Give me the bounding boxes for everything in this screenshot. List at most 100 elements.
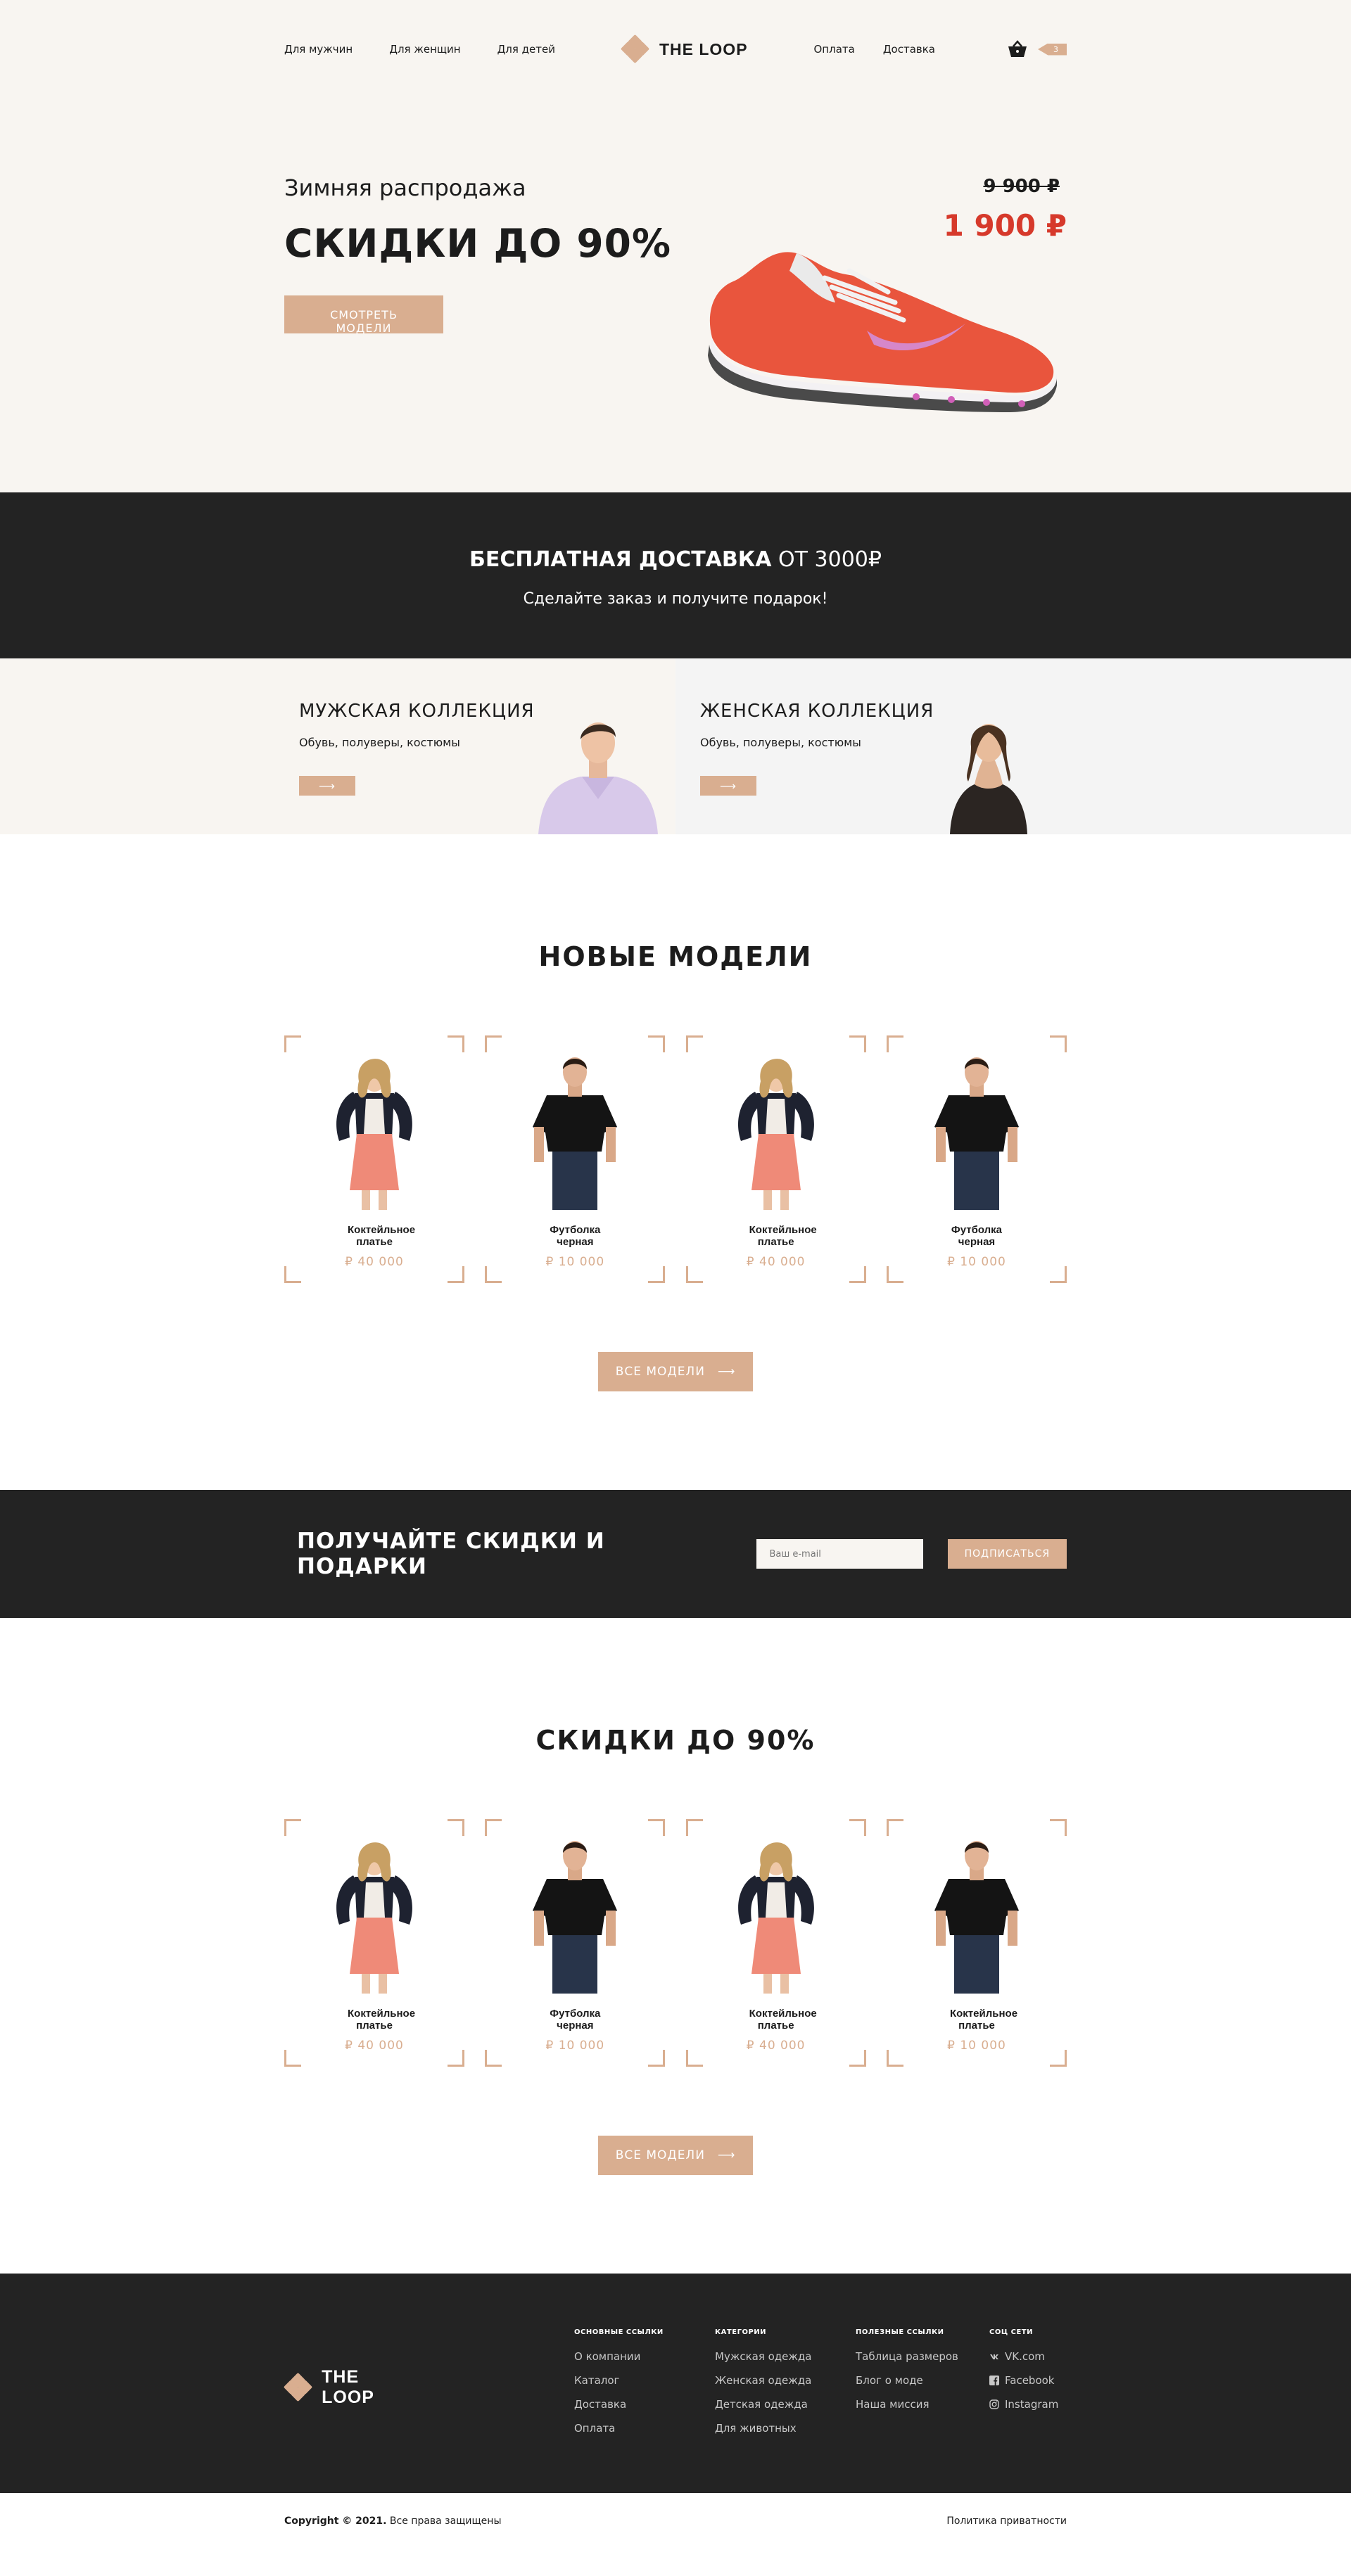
- product-price: ₽ 40 000: [345, 1255, 404, 1269]
- footer-link-payment[interactable]: Оплата: [574, 2422, 715, 2435]
- footer-link-about[interactable]: О компании: [574, 2350, 715, 2363]
- product-price: ₽ 40 000: [746, 2039, 806, 2053]
- all-sale-models-button[interactable]: ВСЕ МОДЕЛИ ⟶: [598, 2136, 753, 2175]
- women-collection-title: ЖЕНСКАЯ КОЛЛЕКЦИЯ: [700, 701, 934, 722]
- footer-col-title: ОСНОВНЫЕ ССЫЛКИ: [574, 2328, 664, 2336]
- arrow-right-icon: ⟶: [717, 2148, 736, 2162]
- vk-icon: [990, 2354, 998, 2359]
- woman-photo: [950, 724, 1027, 834]
- nav-women-link[interactable]: Для женщин: [389, 43, 460, 56]
- bottom-bar: Copyright © 2021. Все права защищены Пол…: [0, 2493, 1351, 2549]
- women-collection[interactable]: ЖЕНСКАЯ КОЛЛЕКЦИЯ Обувь, полуверы, костю…: [676, 658, 1351, 834]
- footer-main-links: ОСНОВНЫЕ ССЫЛКИ О компании Каталог Доста…: [574, 2328, 715, 2446]
- delivery-subtitle: Сделайте заказ и получите подарок!: [523, 590, 828, 608]
- new-models-grid: Коктейльное платье ₽ 40 000 Футболка чер…: [284, 1035, 1067, 1283]
- product-price: ₽ 40 000: [746, 1255, 806, 1269]
- dress-model-image: [737, 1842, 814, 1994]
- tshirt-model-image: [533, 1057, 618, 1210]
- footer-link-kids[interactable]: Детская одежда: [715, 2398, 856, 2411]
- footer-link-blog[interactable]: Блог о моде: [856, 2374, 989, 2387]
- new-models-title: НОВЫЕ МОДЕЛИ: [538, 941, 813, 972]
- nav-men-link[interactable]: Для мужчин: [284, 43, 353, 56]
- women-collection-arrow-button[interactable]: ⟶: [700, 776, 756, 796]
- product-card[interactable]: Коктейльное платье ₽ 10 000: [886, 1819, 1067, 2067]
- footer-link-delivery[interactable]: Доставка: [574, 2398, 715, 2411]
- footer-link-sizes[interactable]: Таблица размеров: [856, 2350, 989, 2363]
- product-card[interactable]: Футболка черная ₽ 10 000: [485, 1819, 666, 2067]
- footer-categories: КАТЕГОРИИ Мужская одежда Женская одежда …: [715, 2328, 856, 2446]
- subscribe-button[interactable]: ПОДПИСАТЬСЯ: [947, 1539, 1067, 1569]
- tshirt-model-image: [934, 1057, 1019, 1210]
- copyright-rest: Все права защищены: [386, 2516, 502, 2527]
- all-models-button[interactable]: ВСЕ МОДЕЛИ ⟶: [598, 1352, 753, 1391]
- footer-link-men[interactable]: Мужская одежда: [715, 2350, 856, 2363]
- view-models-button[interactable]: СМОТРЕТЬ МОДЕЛИ: [284, 295, 443, 335]
- product-card[interactable]: Коктейльное платье ₽ 40 000: [284, 1035, 464, 1283]
- tshirt-model-image: [934, 1841, 1019, 1994]
- social-instagram[interactable]: Instagram: [989, 2398, 1067, 2411]
- cart-count-badge: 3: [1038, 43, 1067, 56]
- product-name: Коктейльное платье: [749, 2008, 817, 2032]
- product-name: Коктейльное платье: [949, 2008, 1018, 2032]
- instagram-icon: [989, 2399, 999, 2409]
- old-price: 9 900 ₽: [983, 176, 1060, 197]
- dress-model-image: [737, 1059, 814, 1210]
- footer-logo[interactable]: THE LOOP: [283, 2328, 415, 2446]
- product-card[interactable]: Коктейльное платье ₽ 40 000: [685, 1035, 866, 1283]
- product-price: ₽ 10 000: [947, 1255, 1006, 1269]
- nav-kids-link[interactable]: Для детей: [497, 43, 555, 56]
- social-instagram-label: Instagram: [1005, 2398, 1059, 2411]
- product-name: Футболка черная: [951, 1224, 1003, 1248]
- product-name: Коктейльное платье: [749, 1224, 817, 1248]
- social-facebook-label: Facebook: [1005, 2374, 1055, 2387]
- arrow-right-icon: ⟶: [717, 1365, 736, 1379]
- delivery-title-bold: БЕСПЛАТНАЯ ДОСТАВКА: [469, 547, 772, 572]
- nav-payment-link[interactable]: Оплата: [814, 43, 855, 56]
- product-card[interactable]: Коктейльное платье ₽ 40 000: [284, 1819, 464, 2067]
- product-name: Футболка черная: [550, 2008, 601, 2032]
- footer-social: СОЦ СЕТИ VK.com Facebook Instagram: [989, 2328, 1067, 2446]
- footer-link-women[interactable]: Женская одежда: [715, 2374, 856, 2387]
- women-collection-desc: Обувь, полуверы, костюмы: [700, 736, 861, 749]
- tshirt-model-image: [533, 1841, 618, 1994]
- product-price: ₽ 40 000: [345, 2039, 404, 2053]
- dress-model-image: [336, 1059, 412, 1210]
- product-price: ₽ 10 000: [545, 1255, 605, 1269]
- men-collection[interactable]: МУЖСКАЯ КОЛЛЕКЦИЯ Обувь, полуверы, костю…: [0, 658, 676, 834]
- hero-subtitle: Зимняя распродажа: [284, 174, 526, 201]
- delivery-title: БЕСПЛАТНАЯ ДОСТАВКА ОТ 3000₽: [0, 547, 1351, 572]
- product-name: Коктейльное платье: [348, 1224, 416, 1248]
- product-card[interactable]: Коктейльное платье ₽ 40 000: [685, 1819, 866, 2067]
- nav-right-links: Оплата Доставка: [814, 43, 936, 56]
- sale-grid: Коктейльное платье ₽ 40 000 Футболка чер…: [284, 1819, 1067, 2067]
- privacy-policy-link[interactable]: Политика приватности: [946, 2516, 1067, 2527]
- social-facebook[interactable]: Facebook: [989, 2374, 1067, 2387]
- all-models-label: ВСЕ МОДЕЛИ: [615, 2148, 705, 2162]
- email-input[interactable]: [756, 1539, 923, 1569]
- nav-delivery-link[interactable]: Доставка: [883, 43, 935, 56]
- footer-brand-name: THE LOOP: [322, 2366, 374, 2407]
- product-price: ₽ 10 000: [545, 2039, 605, 2053]
- footer-link-catalog[interactable]: Каталог: [574, 2374, 715, 2387]
- footer-col-title: ПОЛЕЗНЫЕ ССЫЛКИ: [856, 2328, 944, 2336]
- footer-link-pets[interactable]: Для животных: [715, 2422, 856, 2435]
- brand-name: THE LOOP: [659, 39, 748, 58]
- facebook-icon: [989, 2376, 999, 2385]
- nav-left: Для мужчин Для женщин Для детей: [284, 43, 555, 56]
- all-models-label: ВСЕ МОДЕЛИ: [615, 1365, 705, 1379]
- men-collection-arrow-button[interactable]: ⟶: [299, 776, 355, 796]
- cart-button[interactable]: 3: [1007, 40, 1067, 58]
- logo-icon: [620, 34, 650, 64]
- product-card[interactable]: Футболка черная ₽ 10 000: [886, 1035, 1067, 1283]
- basket-icon: [1008, 40, 1027, 57]
- copyright: Copyright © 2021. Все права защищены: [284, 2516, 502, 2527]
- subscribe-title: ПОЛУЧАЙТЕ СКИДКИ И ПОДАРКИ: [297, 1529, 605, 1579]
- product-card[interactable]: Футболка черная ₽ 10 000: [485, 1035, 666, 1283]
- social-vk[interactable]: VK.com: [989, 2350, 1067, 2363]
- delivery-title-rest: ОТ 3000₽: [771, 547, 882, 572]
- footer-link-mission[interactable]: Наша миссия: [856, 2398, 989, 2411]
- hero-title: СКИДКИ ДО 90%: [284, 221, 672, 266]
- brand-logo[interactable]: THE LOOP: [620, 34, 748, 64]
- men-collection-desc: Обувь, полуверы, костюмы: [299, 736, 460, 749]
- subscribe-section: ПОЛУЧАЙТЕ СКИДКИ И ПОДАРКИ ПОДПИСАТЬСЯ: [0, 1490, 1351, 1618]
